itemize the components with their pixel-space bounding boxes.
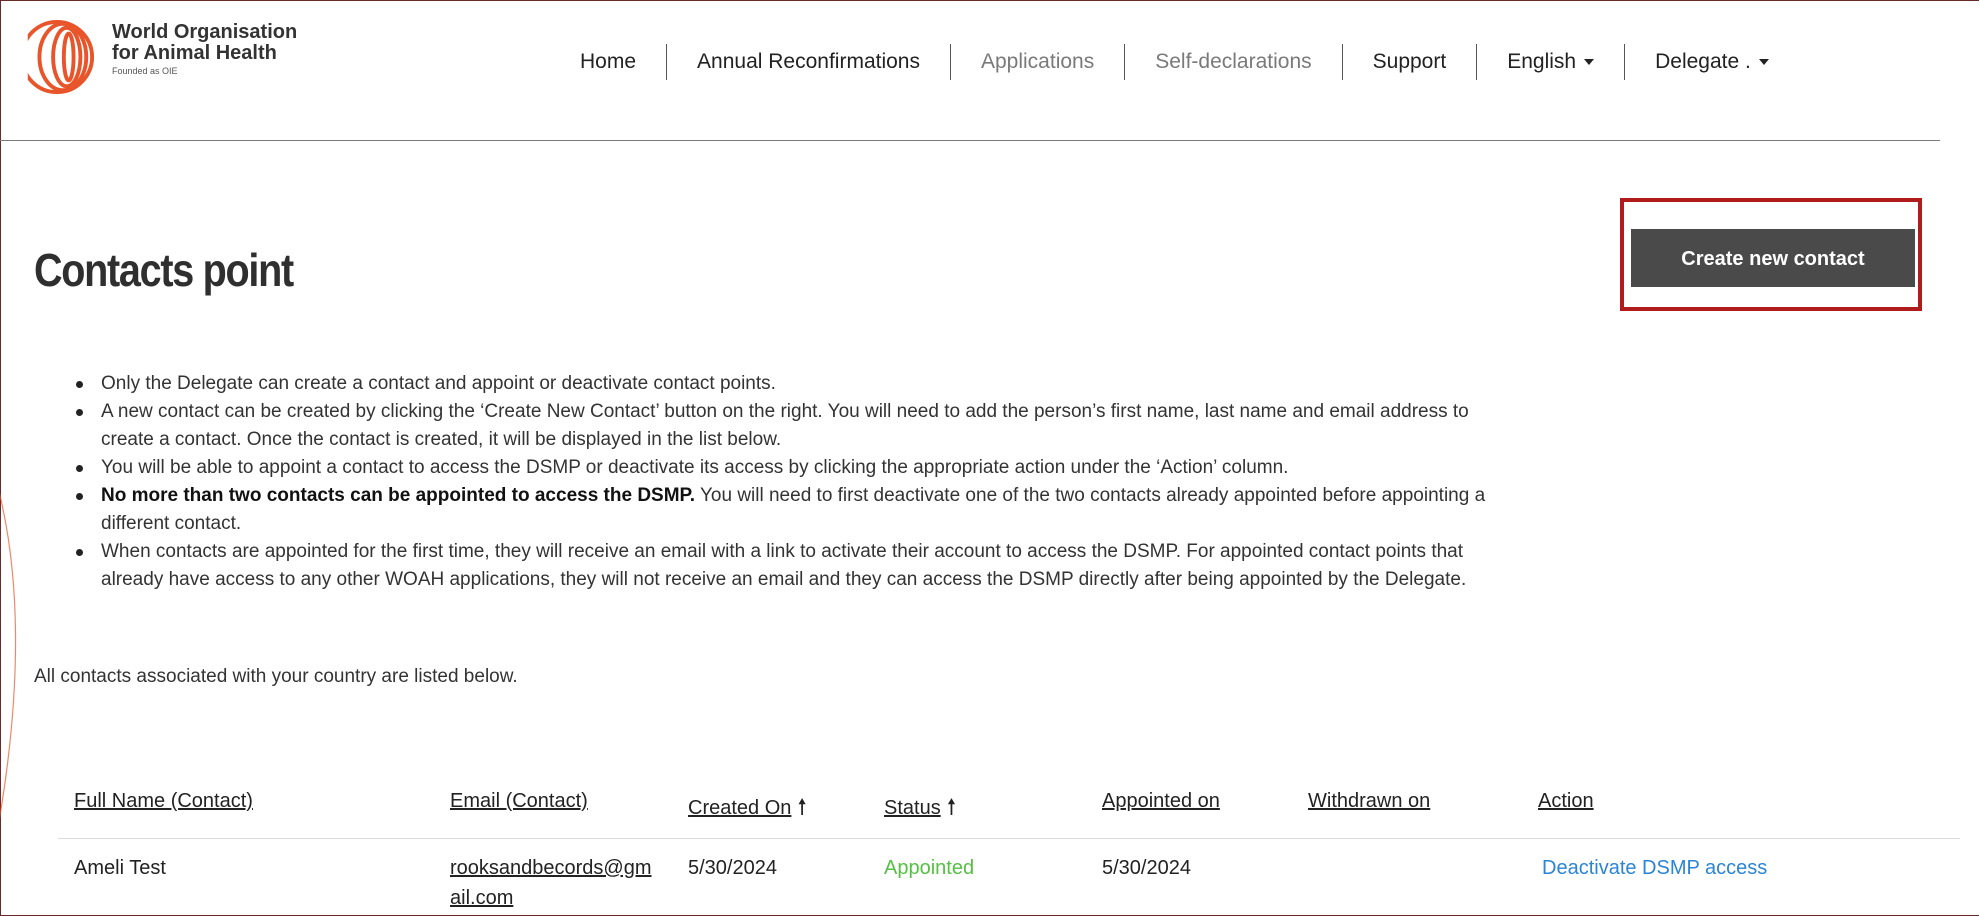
instruction-text: When contacts are appointed for the firs… xyxy=(101,541,1464,562)
cell-full-name: Ameli Test xyxy=(74,857,166,879)
org-name-line1: World Organisation xyxy=(112,21,298,43)
deactivate-dsmp-access-link[interactable]: Deactivate DSMP access xyxy=(1542,853,1767,883)
instruction-item: No more than two contacts can be appoint… xyxy=(76,482,1926,538)
instruction-text: create a contact. Once the contact is cr… xyxy=(101,429,782,450)
instruction-text: different contact. xyxy=(101,513,242,534)
instruction-emphasis: No more than two contacts can be appoint… xyxy=(101,485,696,506)
user-menu-dropdown[interactable]: Delegate . xyxy=(1625,44,1799,80)
main-nav: Home Annual Reconfirmations Applications… xyxy=(550,44,1799,80)
chevron-down-icon xyxy=(1758,59,1769,66)
instruction-item: You will be able to appoint a contact to… xyxy=(76,454,1926,482)
nav-annual-label: Annual Reconfirmations xyxy=(697,50,920,73)
decorative-arc xyxy=(0,493,17,819)
instructions-list: Only the Delegate can create a contact a… xyxy=(76,370,1926,594)
instruction-text: Only the Delegate can create a contact a… xyxy=(101,373,776,394)
cell-status: Appointed xyxy=(884,857,975,879)
instruction-text: A new contact can be created by clicking… xyxy=(101,401,1469,422)
nav-applications[interactable]: Applications xyxy=(951,44,1126,80)
user-label: Delegate . xyxy=(1655,50,1751,73)
chevron-down-icon xyxy=(1584,59,1595,66)
org-tagline: Founded as OIE xyxy=(112,66,178,76)
cell-created-on: 5/30/2024 xyxy=(688,857,777,879)
nav-self-declarations[interactable]: Self-declarations xyxy=(1125,44,1343,80)
table-row: Ameli Test rooksandbecords@gmail.com 5/3… xyxy=(58,790,1960,916)
site-header: World Organisation for Animal Health Fou… xyxy=(0,0,1940,141)
nav-home-label: Home xyxy=(580,50,637,73)
cell-appointed-on: 5/30/2024 xyxy=(1102,857,1191,879)
org-brand[interactable]: World Organisation for Animal Health Fou… xyxy=(112,22,297,76)
instruction-text: You will be able to appoint a contact to… xyxy=(101,457,1289,478)
woah-logo-icon[interactable] xyxy=(18,18,96,96)
page-title: Contacts point xyxy=(34,243,294,296)
nav-self-declarations-label: Self-declarations xyxy=(1155,50,1312,73)
nav-support[interactable]: Support xyxy=(1343,44,1478,80)
instruction-item: When contacts are appointed for the firs… xyxy=(76,538,1926,594)
language-label: English xyxy=(1507,50,1577,73)
contacts-intro-text: All contacts associated with your countr… xyxy=(34,666,518,687)
instruction-text: already have access to any other WOAH ap… xyxy=(101,569,1467,590)
nav-applications-label: Applications xyxy=(980,50,1095,73)
instruction-text: You will need to first deactivate one of… xyxy=(695,485,1486,506)
create-new-contact-button[interactable]: Create new contact xyxy=(1631,229,1915,287)
instruction-item: Only the Delegate can create a contact a… xyxy=(76,370,1926,398)
nav-home[interactable]: Home xyxy=(550,44,668,80)
nav-annual-reconfirmations[interactable]: Annual Reconfirmations xyxy=(667,44,951,80)
nav-support-label: Support xyxy=(1372,50,1447,73)
cell-email[interactable]: rooksandbecords@gmail.com xyxy=(450,853,660,913)
org-name-line2: for Animal Health xyxy=(112,42,277,64)
language-dropdown[interactable]: English xyxy=(1477,44,1626,80)
instruction-item: A new contact can be created by clicking… xyxy=(76,398,1926,454)
